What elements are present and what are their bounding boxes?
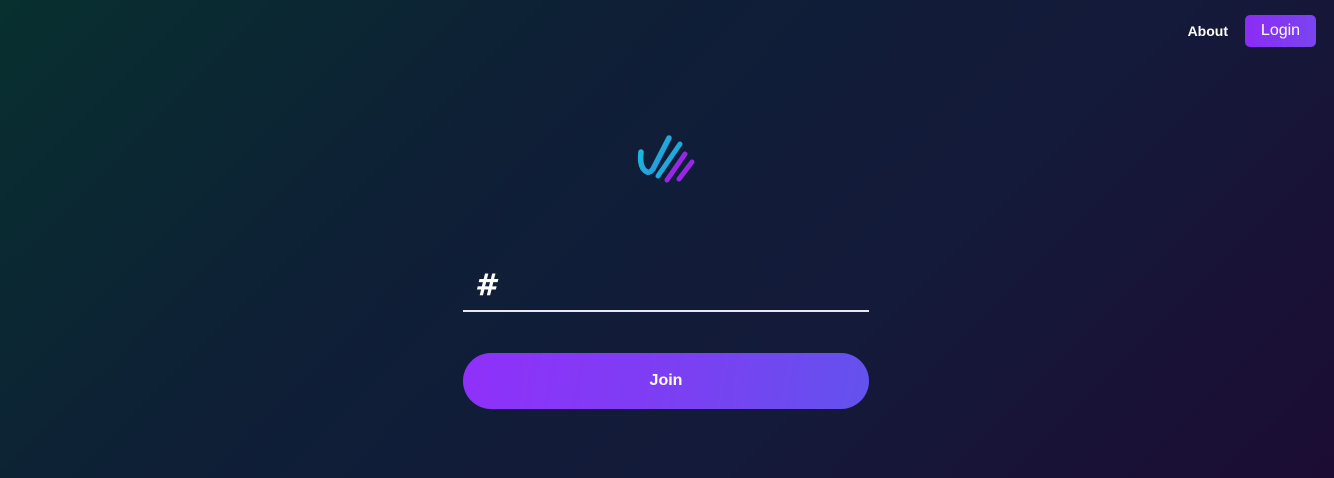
app-logo-icon (637, 135, 695, 183)
room-input[interactable] (505, 266, 869, 306)
top-nav: About Login (1188, 15, 1316, 47)
join-button[interactable]: Join (463, 353, 869, 409)
about-link[interactable]: About (1188, 23, 1228, 39)
hash-prefix: # (475, 268, 496, 303)
login-button[interactable]: Login (1245, 15, 1316, 47)
room-field: # (463, 262, 869, 312)
